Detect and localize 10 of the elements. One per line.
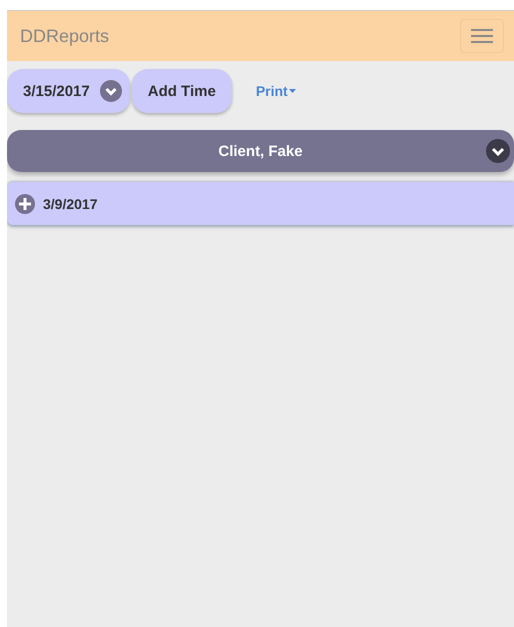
entry-date: 3/9/2017 (43, 196, 98, 212)
client-header[interactable]: Client, Fake (7, 130, 514, 172)
menu-button[interactable] (460, 19, 504, 53)
chevron-down-icon (100, 80, 122, 102)
caret-icon (288, 89, 296, 93)
date-entry[interactable]: 3/9/2017 (7, 182, 514, 225)
menu-icon (471, 28, 493, 44)
client-name: Client, Fake (218, 142, 303, 160)
date-picker-button[interactable]: 3/15/2017 (7, 69, 130, 113)
add-time-button[interactable]: Add Time (132, 69, 232, 113)
